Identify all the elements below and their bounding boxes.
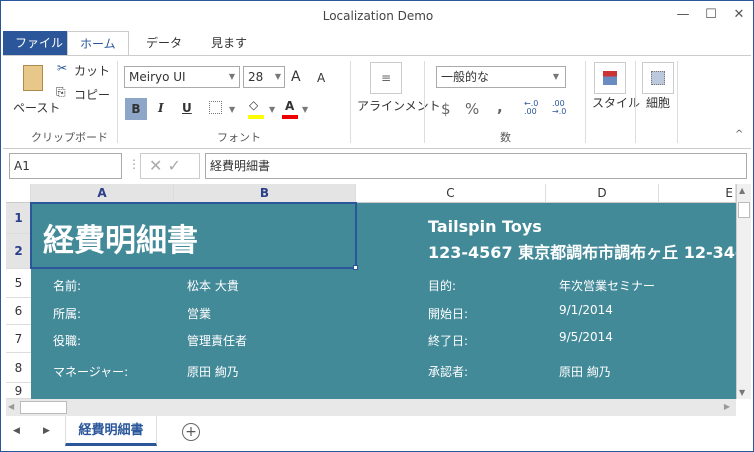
label-start-date: 開始日: (428, 307, 469, 321)
clipboard-group-label: クリップボード (31, 131, 108, 144)
minimize-button[interactable]: — (673, 7, 693, 22)
row-header-6[interactable]: 6 (6, 298, 31, 325)
value-end-date: 9/5/2014 (559, 330, 613, 344)
vertical-scroll-thumb[interactable] (738, 202, 750, 218)
label-end-date: 終了日: (428, 334, 469, 348)
font-name-select[interactable]: Meiryo UI ▼ (124, 66, 240, 88)
bold-button[interactable]: B (125, 98, 147, 120)
label-department: 所属: (53, 307, 82, 321)
tab-data[interactable]: データ (134, 31, 194, 56)
value-department: 営業 (187, 307, 212, 321)
tab-home[interactable]: ホーム (67, 31, 129, 56)
row-header-8[interactable]: 8 (6, 353, 31, 383)
font-name-value: Meiryo UI (129, 70, 186, 84)
value-title: 管理責任者 (187, 334, 248, 348)
label-title: 役職: (53, 334, 82, 348)
increase-decimal-button[interactable]: ←.0 .00 (524, 100, 542, 116)
scroll-right-icon[interactable]: ▶ (724, 402, 730, 411)
sheet-tab-active[interactable]: 経費明細書 (65, 416, 157, 446)
label-name: 名前: (53, 279, 82, 293)
column-header-a[interactable]: A (31, 184, 174, 203)
fill-handle[interactable] (353, 265, 358, 270)
row-header-2[interactable]: 2 (6, 234, 31, 269)
column-header-d[interactable]: D (546, 184, 659, 203)
sheet-title: 経費明細書 (43, 223, 198, 259)
tab-file[interactable]: ファイル (3, 31, 76, 56)
paste-icon (23, 65, 43, 91)
scroll-left-icon[interactable]: ◀ (8, 402, 14, 411)
add-sheet-button[interactable]: + (182, 423, 200, 441)
styles-button[interactable]: スタイル (592, 94, 640, 111)
value-manager: 原田 絢乃 (187, 365, 239, 379)
cancel-icon[interactable]: ✕ (149, 156, 162, 175)
grow-font-button[interactable]: A (291, 69, 301, 85)
value-start-date: 9/1/2014 (559, 303, 613, 317)
copy-icon: ⎘ (56, 85, 66, 99)
next-sheet-icon[interactable]: ▶ (43, 426, 50, 436)
chevron-down-icon: ▼ (229, 105, 236, 114)
column-header-e[interactable]: E (659, 184, 736, 203)
chevron-down-icon: ▼ (302, 105, 309, 114)
row-header-7[interactable]: 7 (6, 325, 31, 353)
formula-bar-handle[interactable]: ⋮ (128, 157, 140, 171)
company-address: 123-4567 東京都調布市調布ヶ丘 12-34- (428, 243, 736, 262)
currency-button[interactable]: $ (441, 100, 451, 118)
scroll-up-icon[interactable]: ▲ (739, 186, 745, 195)
enter-icon[interactable]: ✓ (168, 156, 181, 175)
vertical-scrollbar[interactable]: ▲ ▼ (736, 184, 751, 399)
decrease-decimal-button[interactable]: .00 →.0 (552, 100, 570, 116)
font-size-select[interactable]: 28 ▼ (243, 66, 285, 88)
font-size-value: 28 (248, 70, 264, 84)
collapse-ribbon-icon[interactable]: ^ (735, 129, 743, 140)
borders-button[interactable] (209, 101, 222, 114)
label-manager: マネージャー: (53, 365, 129, 379)
column-header-b[interactable]: B (174, 184, 356, 203)
value-name: 松本 大貴 (187, 279, 239, 293)
number-format-select[interactable]: 一般的な ▼ (436, 66, 566, 88)
font-color-swatch (282, 115, 298, 119)
name-box[interactable]: A1 (9, 153, 122, 179)
font-color-button[interactable]: A (285, 99, 294, 113)
chevron-down-icon: ▼ (269, 105, 276, 114)
horizontal-scrollbar[interactable]: ◀ ▶ (6, 399, 736, 416)
value-purpose: 年次営業セミナー (559, 279, 656, 293)
comma-button[interactable]: , (497, 98, 503, 116)
maximize-button[interactable]: ☐ (701, 7, 721, 22)
number-group-label: 数 (500, 131, 511, 144)
fill-color-icon[interactable]: ◇ (249, 98, 258, 112)
italic-button[interactable]: I (158, 101, 164, 115)
font-group-label: フォント (217, 131, 261, 144)
row-header-1[interactable]: 1 (6, 203, 31, 234)
value-approver: 原田 絢乃 (559, 365, 611, 379)
horizontal-scroll-thumb[interactable] (20, 401, 67, 414)
fill-color-swatch (248, 115, 264, 119)
row-header-5[interactable]: 5 (6, 269, 31, 298)
percent-button[interactable]: % (465, 100, 479, 118)
label-approver: 承認者: (428, 365, 469, 379)
tab-view[interactable]: 見ます (199, 31, 259, 56)
formula-input[interactable]: 経費明細書 (205, 153, 747, 179)
formula-buttons: ✕ ✓ (140, 153, 200, 179)
prev-sheet-icon[interactable]: ◀ (13, 426, 20, 436)
close-button[interactable]: ✕ (729, 7, 749, 22)
cut-button[interactable]: カット (74, 62, 110, 79)
copy-button[interactable]: コピー (74, 86, 110, 103)
column-header-c[interactable]: C (356, 184, 546, 203)
cells-button[interactable]: 細胞 (646, 94, 670, 111)
row-header-9[interactable]: 9 (6, 383, 31, 399)
scissors-icon: ✂ (57, 61, 68, 75)
underline-button[interactable]: U (182, 101, 192, 115)
paste-button[interactable]: ペースト (13, 99, 60, 116)
number-format-value: 一般的な (441, 70, 490, 84)
window-title: Localization Demo (322, 9, 434, 23)
styles-icon[interactable] (594, 62, 626, 94)
shrink-font-button[interactable]: A (317, 71, 325, 85)
select-all-corner[interactable] (6, 184, 31, 203)
cells-icon[interactable] (642, 62, 674, 94)
align-icon[interactable]: ≡ (370, 62, 402, 94)
alignment-button[interactable]: アラインメント (357, 97, 441, 114)
company-name: Tailspin Toys (428, 217, 542, 236)
scroll-down-icon[interactable]: ▼ (739, 388, 745, 397)
label-purpose: 目的: (428, 279, 457, 293)
